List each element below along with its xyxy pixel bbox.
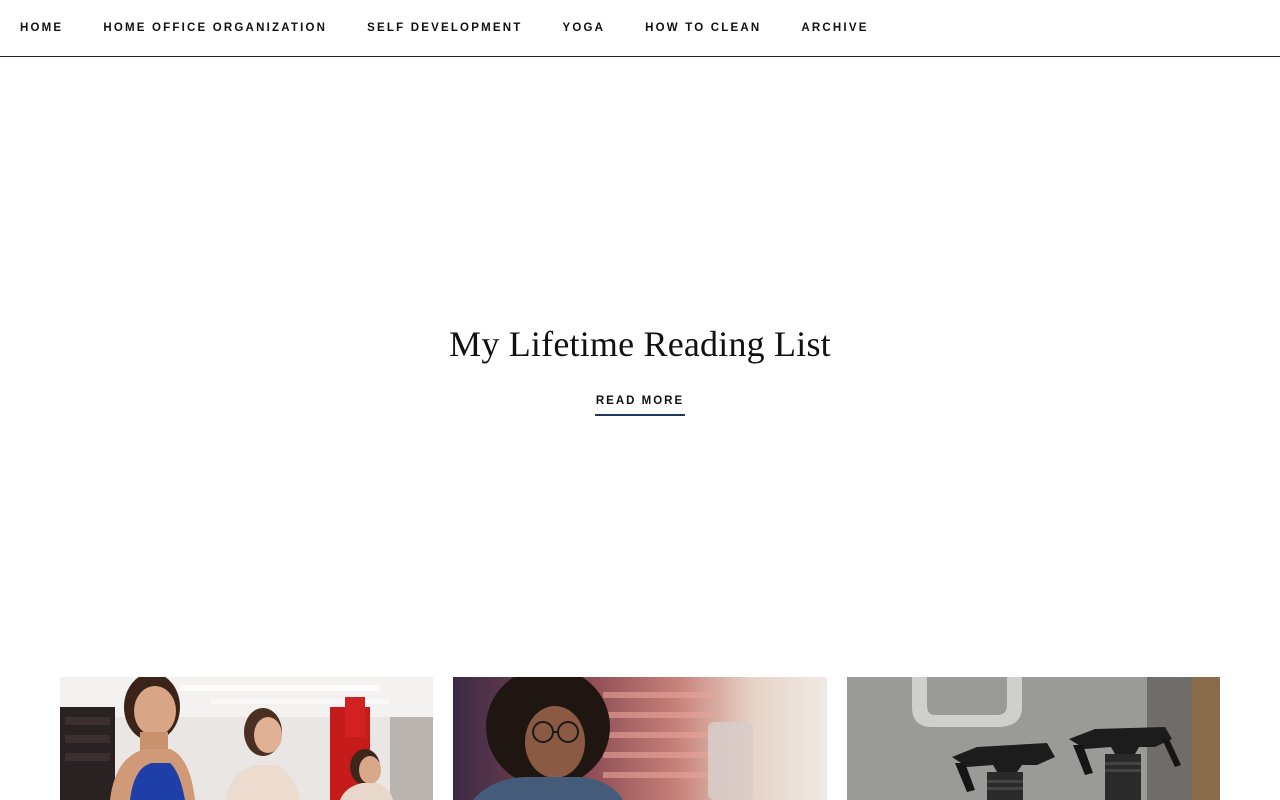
- fitness-photo: [60, 677, 433, 800]
- study-photo: [453, 677, 827, 800]
- hero-title[interactable]: My Lifetime Reading List: [449, 323, 831, 365]
- post-card-study-image[interactable]: [453, 677, 827, 800]
- nav-item-home-office-organization[interactable]: HOME OFFICE ORGANIZATION: [103, 22, 327, 34]
- post-card-fitness-image[interactable]: [60, 677, 433, 800]
- read-more-link[interactable]: READ MORE: [594, 395, 686, 416]
- nav-item-home[interactable]: HOME: [20, 22, 63, 34]
- post-card-cleaning-image[interactable]: [847, 677, 1220, 800]
- nav-item-how-to-clean[interactable]: HOW TO CLEAN: [645, 22, 761, 34]
- top-navigation: HOME HOME OFFICE ORGANIZATION SELF DEVEL…: [0, 0, 1280, 57]
- nav-menu: HOME HOME OFFICE ORGANIZATION SELF DEVEL…: [0, 0, 1280, 56]
- nav-item-archive[interactable]: ARCHIVE: [801, 22, 868, 34]
- hero-section: My Lifetime Reading List READ MORE: [0, 57, 1280, 657]
- nav-item-yoga[interactable]: YOGA: [562, 22, 605, 34]
- cleaning-photo: [847, 677, 1220, 800]
- nav-item-self-development[interactable]: SELF DEVELOPMENT: [367, 22, 522, 34]
- post-cards-row: [60, 677, 1220, 800]
